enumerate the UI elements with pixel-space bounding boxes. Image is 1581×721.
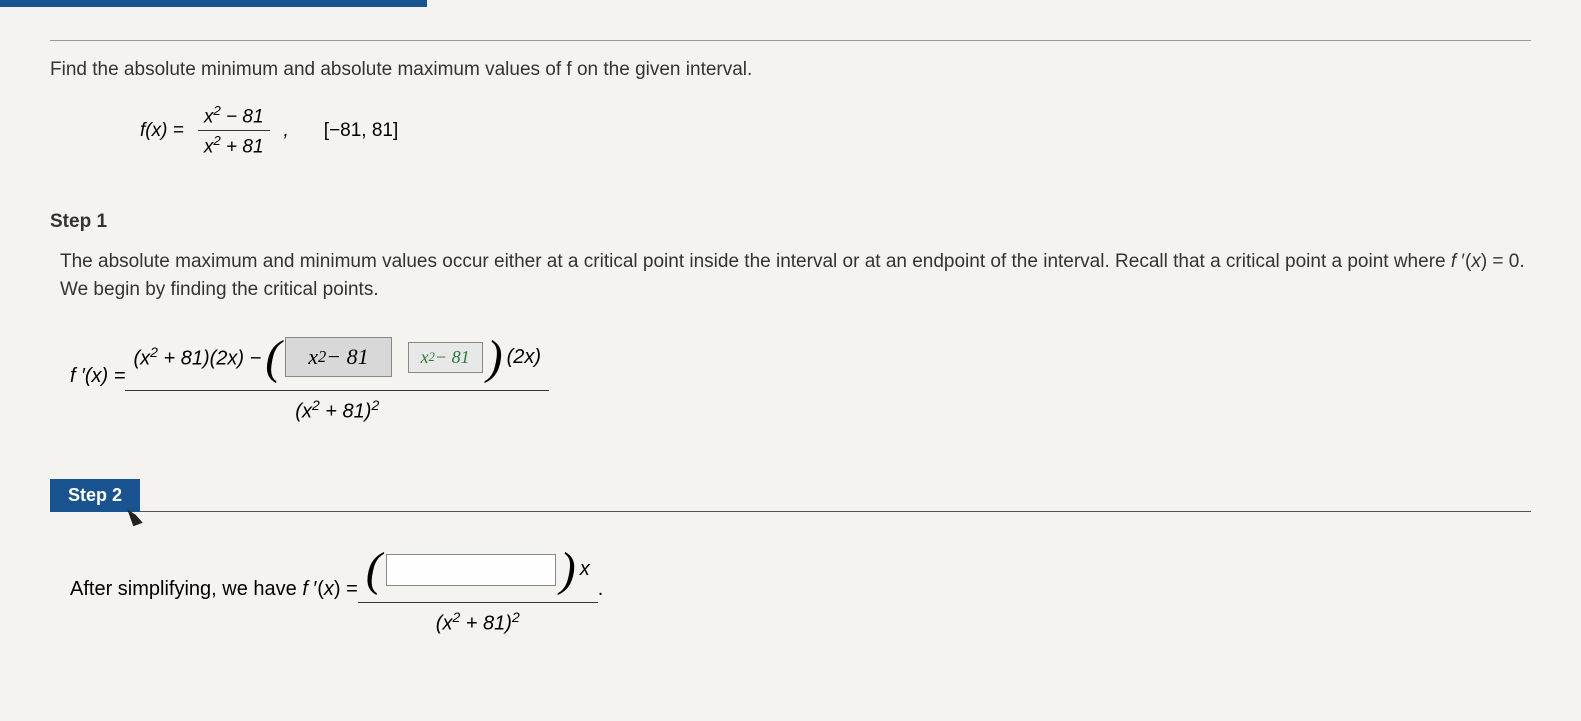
step2-divider (50, 511, 1531, 512)
step2-text-before: After simplifying, we have f ′(x) = (70, 578, 358, 601)
function-denominator: x2 + 81 (198, 131, 270, 160)
header-progress-bar (0, 0, 427, 7)
function-fraction: x2 − 81 x2 + 81 (198, 101, 270, 161)
step1-derivative-equation: f ′(x) = (x2 + 81)(2x) − ( x2 − 81 x2 − … (50, 325, 1531, 430)
function-lhs: f(x) = (140, 120, 184, 142)
right-paren-icon: ) (487, 330, 503, 385)
derivative-denominator: (x2 + 81)2 (287, 391, 387, 430)
num-part2: (2x) (507, 346, 541, 369)
step2-equation: After simplifying, we have f ′(x) = ( ) … (50, 537, 1531, 642)
step2-num-suffix: x (580, 558, 590, 581)
step1-text: The absolute maximum and minimum values … (50, 248, 1531, 305)
comma: , (284, 120, 289, 142)
num-part1: (x2 + 81)(2x) − (133, 344, 261, 371)
step2-tail: . (598, 578, 604, 601)
step2-container: Step 2 (50, 479, 140, 512)
derivative-lhs: f ′(x) = (70, 365, 125, 388)
problem-statement: Find the absolute minimum and absolute m… (50, 59, 1531, 81)
right-paren-icon-2: ) (560, 542, 576, 597)
divider-top (50, 40, 1531, 41)
step1-label: Step 1 (50, 211, 1531, 233)
step2-fraction: ( ) x (x2 + 81)2 (358, 537, 598, 642)
answer-input-filled[interactable]: x2 − 81 (285, 337, 391, 377)
left-paren-icon-2: ( (366, 542, 382, 597)
derivative-fraction: (x2 + 81)(2x) − ( x2 − 81 x2 − 81 ) (2x)… (125, 325, 549, 430)
step2-numerator: ( ) x (358, 537, 598, 603)
step2-label: Step 2 (50, 479, 140, 512)
answer-feedback-correct: x2 − 81 (408, 342, 483, 373)
step2-denominator: (x2 + 81)2 (428, 603, 528, 642)
function-definition: f(x) = x2 − 81 x2 + 81 , [−81, 81] (50, 101, 1531, 161)
left-paren-icon: ( (265, 330, 281, 385)
function-numerator: x2 − 81 (198, 101, 270, 131)
interval: [−81, 81] (324, 120, 398, 142)
problem-content: Find the absolute minimum and absolute m… (0, 7, 1581, 672)
derivative-numerator: (x2 + 81)(2x) − ( x2 − 81 x2 − 81 ) (2x) (125, 325, 549, 391)
answer-input-empty[interactable] (386, 554, 556, 586)
